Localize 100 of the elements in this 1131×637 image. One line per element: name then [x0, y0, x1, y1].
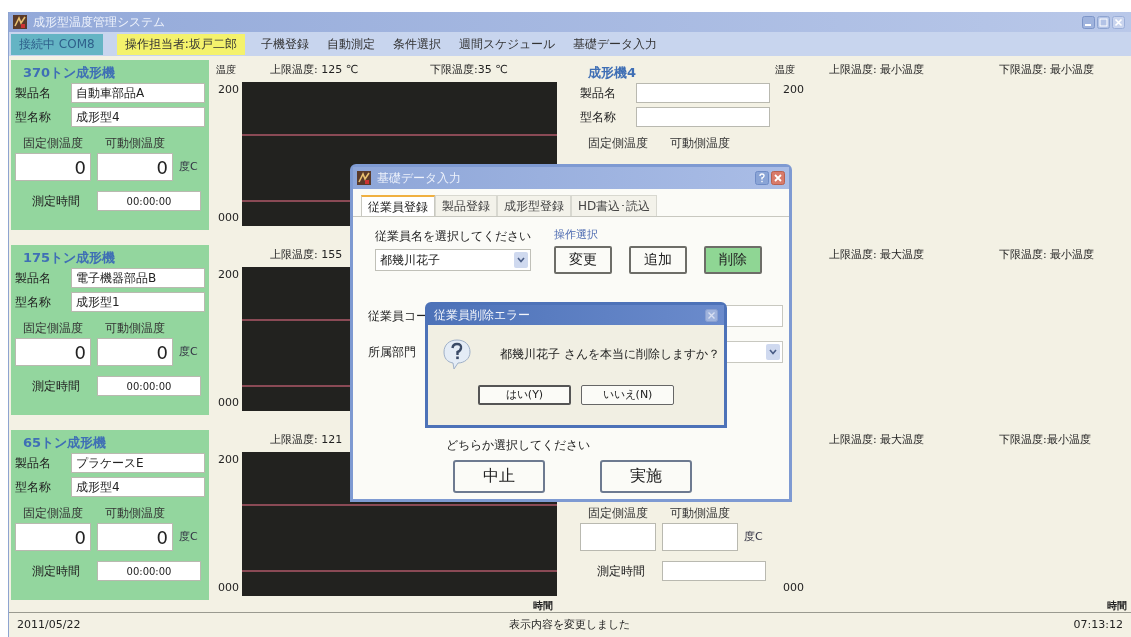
operation-button[interactable]: 追加 — [629, 245, 687, 274]
dropdown-value: 都幾川花子 — [380, 252, 440, 269]
mold-field[interactable] — [636, 106, 770, 127]
field-label: 製品名 — [15, 454, 52, 472]
question-icon — [442, 338, 472, 370]
tab[interactable]: 従業員登録 — [361, 195, 435, 216]
operation-button[interactable]: 削除 — [704, 245, 762, 274]
machine-name: 370トン成形機 — [22, 64, 116, 82]
field-label: 測定時間 — [31, 378, 81, 395]
menu-item[interactable]: 自動測定 — [324, 33, 377, 55]
axis-label: 200 — [218, 267, 240, 283]
menu-item[interactable]: 週間スケジュール — [456, 33, 557, 55]
field-label: 製品名 — [580, 84, 617, 102]
temperature-field[interactable]: 0 — [15, 523, 91, 551]
action-button[interactable]: 中止 — [453, 459, 545, 493]
prompt-label: 従業員名を選択してください — [375, 228, 532, 245]
field-label: 測定時間 — [31, 193, 81, 210]
time-field[interactable]: 00:00:00 — [97, 561, 201, 581]
temperature-field[interactable]: 0 — [97, 153, 173, 181]
field-label: 型名称 — [15, 108, 52, 126]
minimize-icon[interactable] — [1082, 15, 1095, 29]
time-field[interactable] — [662, 561, 766, 581]
close-icon[interactable] — [705, 308, 718, 322]
limit-label: 下限温度:35 ℃ — [430, 62, 508, 78]
field-label: 可動側温度 — [670, 505, 730, 522]
time-field[interactable]: 00:00:00 — [97, 376, 201, 396]
close-icon[interactable] — [771, 171, 785, 185]
menu-item[interactable]: 基礎データ入力 — [570, 33, 659, 55]
employee-dropdown[interactable]: 都幾川花子 — [375, 249, 531, 271]
tab[interactable]: 成形型登録 — [497, 195, 571, 216]
status-message: 表示内容を変更しました — [509, 616, 631, 633]
dialog-title: 従業員削除エラー — [434, 307, 530, 324]
maximize-icon[interactable] — [1097, 15, 1110, 29]
help-icon[interactable] — [755, 171, 769, 185]
chevron-down-icon — [514, 252, 528, 268]
tab[interactable]: HD書込･読込 — [571, 195, 658, 216]
axis-label: 200 — [783, 82, 805, 98]
prompt-label: どちらか選択してください — [446, 437, 590, 452]
limit-label: 上限温度: 125 ℃ — [270, 63, 359, 76]
field-label: 可動側温度 — [105, 505, 165, 522]
limit-label: 下限温度: 最小温度 — [999, 62, 1095, 78]
field-label: 可動側温度 — [105, 320, 165, 337]
product-field[interactable]: 電子機器部品B — [71, 267, 205, 288]
unit-label: 度C — [179, 158, 198, 175]
temperature-field[interactable]: 0 — [97, 523, 173, 551]
action-button[interactable]: 実施 — [600, 459, 692, 493]
temperature-field[interactable] — [580, 523, 656, 551]
time-field[interactable]: 00:00:00 — [97, 191, 201, 211]
app-icon — [357, 171, 371, 185]
axis-label: 200 — [218, 452, 240, 468]
confirm-message: 都幾川花子 さんを本当に削除しますか？ — [500, 346, 720, 363]
unit-label: 度C — [744, 528, 763, 545]
temperature-field[interactable]: 0 — [97, 338, 173, 366]
chevron-down-icon — [766, 343, 780, 360]
temperature-field[interactable]: 0 — [15, 153, 91, 181]
unit-label: 度C — [179, 343, 198, 360]
temperature-field[interactable]: 0 — [15, 338, 91, 366]
tab[interactable]: 製品登録 — [435, 195, 497, 216]
close-icon[interactable] — [1112, 15, 1125, 29]
field-label: 可動側温度 — [670, 135, 730, 152]
field-label: 固定側温度 — [23, 505, 84, 522]
axis-label: 000 — [218, 209, 240, 226]
mold-field[interactable]: 成形型4 — [71, 476, 205, 497]
machine-name: 175トン成形機 — [22, 249, 116, 267]
product-field[interactable]: プラケースE — [71, 452, 205, 473]
field-label: 測定時間 — [31, 563, 81, 580]
status-date: 2011/05/22 — [17, 616, 81, 633]
limit-label: 上限温度: 155 — [270, 248, 343, 261]
mold-field[interactable]: 成形型1 — [71, 291, 205, 312]
limit-label: 上限温度: 最大温度 — [829, 433, 925, 446]
field-label: 型名称 — [15, 293, 52, 311]
menu-item[interactable]: 子機登録 — [258, 33, 311, 55]
mold-field[interactable]: 成形型4 — [71, 106, 205, 127]
axis-label: 000 — [218, 394, 240, 411]
product-field[interactable] — [636, 82, 770, 103]
limit-label: 上限温度: 最大温度 — [829, 248, 925, 261]
limit-label: 下限温度:最小温度 — [999, 432, 1091, 448]
limit-label: 上限温度: 121 — [270, 433, 343, 446]
axis-title: 温度 — [216, 64, 236, 75]
axis-title: 時間 — [533, 599, 553, 613]
field-label: 型名称 — [15, 478, 52, 496]
field-label: 測定時間 — [596, 563, 646, 580]
axis-label: 000 — [783, 579, 805, 596]
dialog-button[interactable]: いいえ(N) — [581, 385, 674, 405]
axis-label: 200 — [218, 82, 240, 98]
limit-label: 下限温度: 最小温度 — [999, 247, 1095, 263]
machine-name: 65トン成形機 — [22, 434, 107, 452]
axis-title: 温度 — [775, 64, 795, 75]
dialog-button[interactable]: はい(Y) — [478, 385, 571, 405]
operator-label: 操作担当者:坂戸二郎 — [116, 33, 245, 55]
section-label: 操作選択 — [554, 227, 598, 243]
menu-item[interactable]: 条件選択 — [390, 33, 443, 55]
axis-label: 000 — [218, 579, 240, 596]
field-label: 型名称 — [580, 108, 617, 126]
operation-button[interactable]: 変更 — [554, 245, 612, 274]
limit-label: 上限温度: 最小温度 — [829, 63, 925, 76]
product-field[interactable]: 自動車部品A — [71, 82, 205, 103]
temperature-field[interactable] — [662, 523, 738, 551]
field-label: 固定側温度 — [588, 505, 649, 522]
field-label: 所属部門 — [368, 343, 416, 361]
